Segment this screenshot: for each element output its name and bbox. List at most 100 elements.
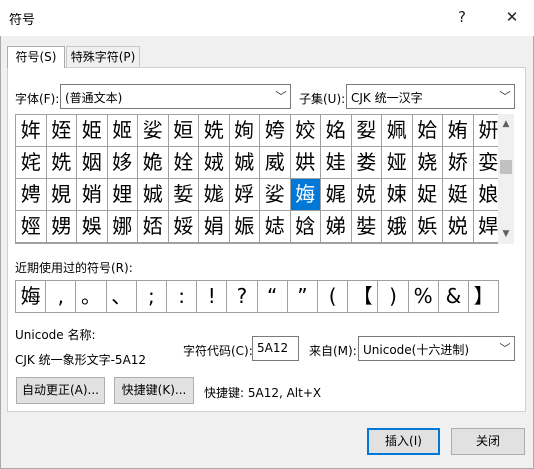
- symbol-cell[interactable]: 娌: [107, 179, 138, 211]
- symbol-cell[interactable]: 娓: [321, 179, 352, 211]
- shortcut-key-button[interactable]: 快捷键(K)...: [114, 377, 194, 404]
- symbol-cell[interactable]: 娕: [382, 179, 413, 211]
- symbol-cell[interactable]: 姶: [412, 115, 443, 147]
- recent-symbol[interactable]: ”: [288, 281, 318, 312]
- recent-symbol[interactable]: %: [409, 281, 439, 312]
- symbol-cell[interactable]: 娍: [229, 147, 260, 179]
- symbol-cell[interactable]: 娞: [168, 211, 199, 243]
- symbol-cell[interactable]: 娔: [351, 179, 382, 211]
- recent-symbol[interactable]: !: [197, 281, 228, 312]
- symbol-cell[interactable]: 姰: [229, 115, 260, 147]
- recent-symbol[interactable]: &: [439, 281, 469, 312]
- from-select-value: Unicode(十六进制): [363, 343, 470, 357]
- symbol-cell[interactable]: 娤: [351, 211, 382, 243]
- symbol-cell[interactable]: 娄: [351, 147, 382, 179]
- symbol-cell[interactable]: 娛: [77, 211, 108, 243]
- scroll-thumb[interactable]: [500, 160, 512, 174]
- symbol-cell[interactable]: 姮: [168, 115, 199, 147]
- symbol-cell[interactable]: 娧: [443, 211, 474, 243]
- font-select[interactable]: (普通文本) ﹀: [60, 84, 291, 109]
- symbol-cell[interactable]: 姴: [351, 115, 382, 147]
- close-button[interactable]: 关闭: [451, 428, 525, 455]
- symbol-cell[interactable]: 娟: [199, 211, 230, 243]
- font-select-value: (普通文本): [65, 91, 123, 105]
- recent-symbol[interactable]: ?: [227, 281, 258, 312]
- recent-symbol[interactable]: ,: [46, 281, 77, 312]
- symbol-cell[interactable]: 娐: [229, 179, 260, 211]
- symbol-cell[interactable]: 娢: [290, 211, 321, 243]
- recent-symbol[interactable]: 娒: [16, 281, 47, 312]
- symbol-cell[interactable]: 娑: [138, 115, 169, 147]
- symbol-cell[interactable]: 娜: [107, 211, 138, 243]
- symbol-cell[interactable]: 娗: [443, 179, 474, 211]
- recent-symbol[interactable]: 【: [348, 281, 379, 312]
- symbol-cell[interactable]: 姳: [321, 115, 352, 147]
- subset-select-value: CJK 统一汉字: [351, 91, 423, 105]
- symbol-cell[interactable]: 姬: [107, 115, 138, 147]
- symbol-cell[interactable]: 娃: [321, 147, 352, 179]
- symbol-cell[interactable]: 娍: [138, 179, 169, 211]
- symbol-cell[interactable]: 娙: [16, 211, 47, 243]
- symbol-cell[interactable]: 娝: [138, 211, 169, 243]
- symbol-cell[interactable]: 娣: [321, 211, 352, 243]
- symbol-cell[interactable]: 姾: [168, 147, 199, 179]
- char-code-input[interactable]: 5A12: [252, 336, 299, 361]
- symbol-cell[interactable]: 姵: [382, 115, 413, 147]
- symbol-cell[interactable]: 姱: [260, 115, 291, 147]
- recent-symbol[interactable]: (: [318, 281, 349, 312]
- from-label: 来自(M):: [309, 344, 357, 358]
- symbol-cell[interactable]: 娉: [16, 179, 47, 211]
- symbol-cell[interactable]: 姹: [16, 147, 47, 179]
- subset-label: 子集(U):: [299, 92, 346, 106]
- scroll-up-icon[interactable]: ▲: [498, 116, 514, 132]
- symbol-cell[interactable]: 娥: [382, 211, 413, 243]
- from-select[interactable]: Unicode(十六进制) ﹀: [358, 336, 515, 361]
- symbol-cell[interactable]: 姼: [107, 147, 138, 179]
- symbol-cell[interactable]: 姻: [77, 147, 108, 179]
- symbol-cell[interactable]: 姫: [77, 115, 108, 147]
- recent-symbol[interactable]: ;: [137, 281, 167, 312]
- scroll-down-icon[interactable]: ▼: [498, 226, 514, 242]
- symbol-cell[interactable]: 娅: [382, 147, 413, 179]
- recent-symbol[interactable]: ): [378, 281, 409, 312]
- recent-symbol[interactable]: 】: [469, 281, 500, 312]
- symbol-cell[interactable]: 姪: [46, 115, 77, 147]
- symbol-cell[interactable]: 娀: [199, 147, 230, 179]
- recent-symbol[interactable]: 、: [107, 281, 137, 312]
- char-code-label: 字符代码(C):: [183, 344, 253, 358]
- symbol-cell[interactable]: 姣: [290, 115, 321, 147]
- symbol-cell[interactable]: 娖: [412, 179, 443, 211]
- symbol-cell[interactable]: 姩: [16, 115, 47, 147]
- recent-symbol[interactable]: 。: [76, 281, 107, 312]
- close-icon[interactable]: ✕: [498, 4, 526, 30]
- symbol-cell[interactable]: 娒: [290, 179, 321, 211]
- grid-scrollbar[interactable]: ▲ ▼: [498, 114, 514, 244]
- tab-special-characters[interactable]: 特殊字符(P): [66, 46, 140, 68]
- recent-symbol[interactable]: “: [258, 281, 288, 312]
- symbol-cell[interactable]: 娡: [260, 211, 291, 243]
- symbol-cell[interactable]: 姽: [138, 147, 169, 179]
- insert-button[interactable]: 插入(I): [367, 428, 440, 455]
- symbol-cell[interactable]: 娦: [412, 211, 443, 243]
- help-button[interactable]: ?: [448, 4, 476, 30]
- recent-symbol[interactable]: :: [167, 281, 198, 312]
- symbol-cell[interactable]: 娆: [412, 147, 443, 179]
- symbol-cell[interactable]: 姷: [443, 115, 474, 147]
- symbol-cell[interactable]: 娊: [46, 179, 77, 211]
- symbol-cell[interactable]: 威: [260, 147, 291, 179]
- symbol-cell[interactable]: 娋: [77, 179, 108, 211]
- symbol-cell[interactable]: 娏: [199, 179, 230, 211]
- symbol-cell[interactable]: 娚: [46, 211, 77, 243]
- symbol-cell[interactable]: 姺: [199, 115, 230, 147]
- symbol-grid: 姩姪姫姬娑姮姺姰姱姣姳姴姵姶姷姸姹姺姻姼姽姾娀娍威娂娃娄娅娆娇娈娉娊娋娌娍娎娏娐…: [15, 114, 514, 244]
- symbol-cell[interactable]: 姺: [46, 147, 77, 179]
- symbol-cell[interactable]: 娇: [443, 147, 474, 179]
- symbol-cell[interactable]: 娎: [168, 179, 199, 211]
- symbol-cell[interactable]: 娠: [229, 211, 260, 243]
- symbol-cell[interactable]: 娂: [290, 147, 321, 179]
- chevron-down-icon: ﹀: [275, 90, 287, 103]
- subset-select[interactable]: CJK 统一汉字 ﹀: [346, 84, 515, 109]
- autocorrect-button[interactable]: 自动更正(A)...: [16, 377, 105, 404]
- tab-symbols[interactable]: 符号(S): [7, 46, 65, 68]
- symbol-cell[interactable]: 娑: [260, 179, 291, 211]
